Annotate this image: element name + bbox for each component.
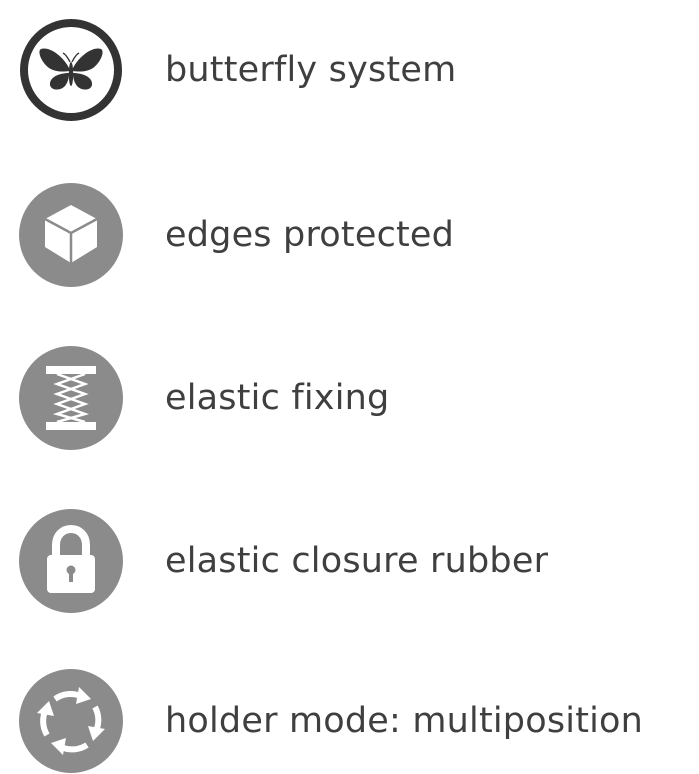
feature-label: edges protected — [165, 215, 455, 255]
feature-list: butterfly system edges protected elastic… — [0, 0, 699, 773]
feature-label: butterfly system — [165, 50, 457, 90]
padlock-icon — [19, 509, 123, 613]
spring-icon — [19, 346, 123, 450]
cube-icon — [19, 183, 123, 287]
butterfly-icon — [19, 18, 123, 122]
feature-holder-mode-multiposition: holder mode: multiposition — [19, 668, 689, 774]
feature-label: elastic closure rubber — [165, 541, 549, 581]
feature-elastic-closure-rubber: elastic closure rubber — [19, 508, 689, 614]
feature-butterfly-system: butterfly system — [19, 17, 689, 123]
feature-elastic-fixing: elastic fixing — [19, 345, 689, 451]
feature-edges-protected: edges protected — [19, 182, 689, 288]
feature-label: elastic fixing — [165, 378, 390, 418]
rotate-arrows-icon — [19, 669, 123, 773]
feature-label: holder mode: multiposition — [165, 701, 644, 741]
